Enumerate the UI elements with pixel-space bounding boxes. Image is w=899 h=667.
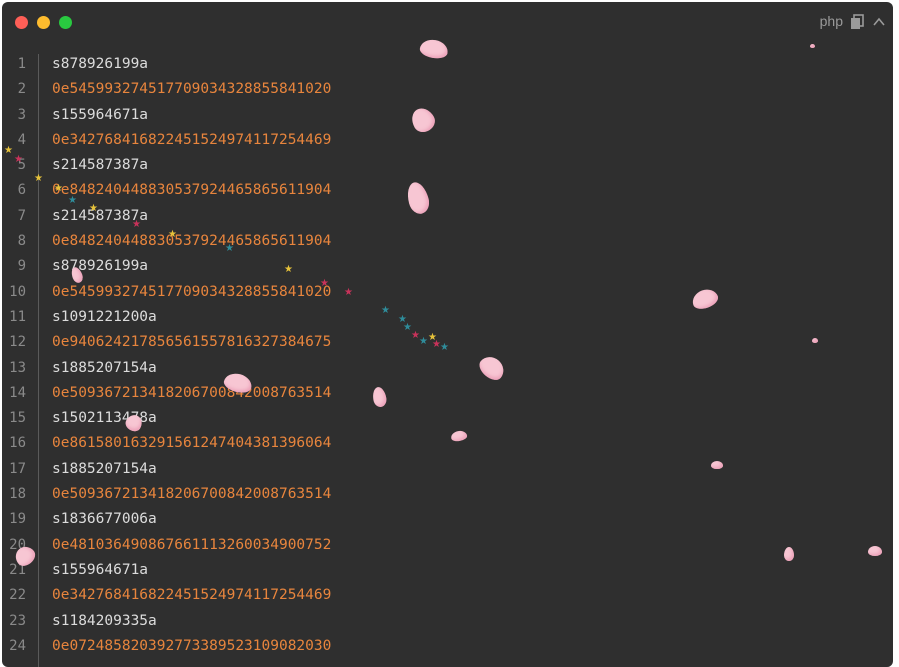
code-text: 0e342768416822451524974117254469 (52, 131, 332, 148)
code-text: s878926199a (52, 56, 149, 72)
star-decoration: ★ (320, 278, 329, 289)
line-number: 19 (9, 511, 26, 528)
petal-decoration (810, 44, 815, 48)
star-decoration: ★ (440, 342, 449, 353)
line-number: 12 (9, 334, 26, 351)
line-number: 15 (9, 410, 26, 427)
star-decoration: ★ (132, 219, 141, 230)
code-text: s878926199a (52, 258, 149, 275)
code-text: 0e072485820392773389523109082030 (52, 637, 332, 654)
code-line: 6 0e848240448830537924465865611904 (2, 178, 893, 203)
line-number: 6 (17, 182, 26, 199)
star-decoration: ★ (14, 154, 23, 165)
code-line: 20 0e481036490867661113260034900752 (2, 533, 893, 558)
code-window: php 1 s878926199a 2 0e545993274517709034328… (2, 2, 893, 667)
line-number: 9 (17, 258, 26, 275)
code-text: s1836677006a (52, 511, 157, 528)
code-text: s1091221200a (52, 308, 157, 325)
star-decoration: ★ (381, 305, 390, 316)
code-line: 4 0e342768416822451524974117254469 (2, 128, 893, 153)
line-number: 22 (9, 587, 26, 604)
line-number: 8 (17, 233, 26, 250)
line-number: 23 (9, 612, 26, 629)
code-text: s214587387a (52, 157, 149, 174)
star-decoration: ★ (68, 195, 77, 206)
code-line: 23 s1184209335a (2, 609, 893, 634)
code-text: 0e545993274517709034328855841020 (52, 81, 332, 98)
petal-decoration (868, 546, 882, 556)
code-text: s155964671a (52, 561, 149, 578)
code-body: 1 s878926199a 2 0e5459932745177090343288558… (2, 52, 893, 659)
code-line: 13 s1885207154a (2, 356, 893, 381)
line-number: 24 (9, 637, 26, 654)
line-number: 3 (17, 106, 26, 123)
star-decoration: ★ (4, 145, 13, 156)
code-line: 18 0e509367213418206700842008763514 (2, 482, 893, 507)
code-text: 0e509367213418206700842008763514 (52, 486, 332, 503)
line-number: 13 (9, 359, 26, 376)
code-text: s1184209335a (52, 612, 157, 629)
petal-decoration (711, 461, 723, 469)
code-line: 5 s214587387a (2, 153, 893, 178)
maximize-window-button[interactable] (59, 16, 72, 29)
code-line: 2 0e545993274517709034328855841020 (2, 77, 893, 102)
code-line: 9 s878926199a (2, 254, 893, 279)
code-text: 0e848240448830537924465865611904 (52, 182, 332, 199)
chevron-up-icon[interactable] (872, 15, 886, 29)
line-number: 10 (9, 283, 26, 300)
petal-decoration (812, 338, 818, 343)
code-line: 1 s878926199a (2, 52, 893, 77)
code-text: 0e940624217856561557816327384675 (52, 334, 332, 351)
line-number: 17 (9, 460, 26, 477)
petal-decoration (784, 547, 794, 561)
code-line: 11 s1091221200a (2, 305, 893, 330)
line-number: 2 (17, 81, 26, 98)
star-decoration: ★ (344, 287, 353, 298)
star-decoration: ★ (225, 243, 234, 254)
code-line: 16 0e861580163291561247404381396064 (2, 431, 893, 456)
star-decoration: ★ (419, 336, 428, 347)
code-text: 0e509367213418206700842008763514 (52, 384, 332, 401)
code-text: s155964671a (52, 106, 149, 123)
code-text: s1885207154a (52, 359, 157, 376)
line-number: 11 (9, 308, 26, 325)
star-decoration: ★ (168, 229, 177, 240)
language-label: php (819, 13, 843, 29)
code-line: 17 s1885207154a (2, 457, 893, 482)
code-line: 14 0e509367213418206700842008763514 (2, 381, 893, 406)
code-text: 0e848240448830537924465865611904 (52, 233, 332, 250)
minimize-window-button[interactable] (37, 16, 50, 29)
line-number: 18 (9, 486, 26, 503)
code-line: 8 0e848240448830537924465865611904 (2, 229, 893, 254)
code-line: 22 0e342768416822451524974117254469 (2, 583, 893, 608)
code-text: 0e861580163291561247404381396064 (52, 435, 332, 452)
code-text: s1885207154a (52, 460, 157, 477)
code-line: 3 s155964671a (2, 103, 893, 128)
copy-icon[interactable] (849, 14, 865, 30)
line-number: 7 (17, 207, 26, 224)
code-line: 10 0e545993274517709034328855841020 (2, 280, 893, 305)
line-number: 14 (9, 384, 26, 401)
star-decoration: ★ (54, 183, 63, 194)
close-window-button[interactable] (15, 16, 28, 29)
line-number: 1 (17, 56, 26, 72)
code-text: 0e342768416822451524974117254469 (52, 587, 332, 604)
star-decoration: ★ (284, 264, 293, 275)
code-line: 19 s1836677006a (2, 507, 893, 532)
titlebar: php (2, 2, 893, 42)
code-text: 0e481036490867661113260034900752 (52, 536, 332, 553)
code-line: 24 0e072485820392773389523109082030 (2, 634, 893, 659)
code-text: 0e545993274517709034328855841020 (52, 283, 332, 300)
code-line: 21 s155964671a (2, 558, 893, 583)
line-number: 16 (9, 435, 26, 452)
star-decoration: ★ (89, 203, 98, 214)
star-decoration: ★ (34, 173, 43, 184)
